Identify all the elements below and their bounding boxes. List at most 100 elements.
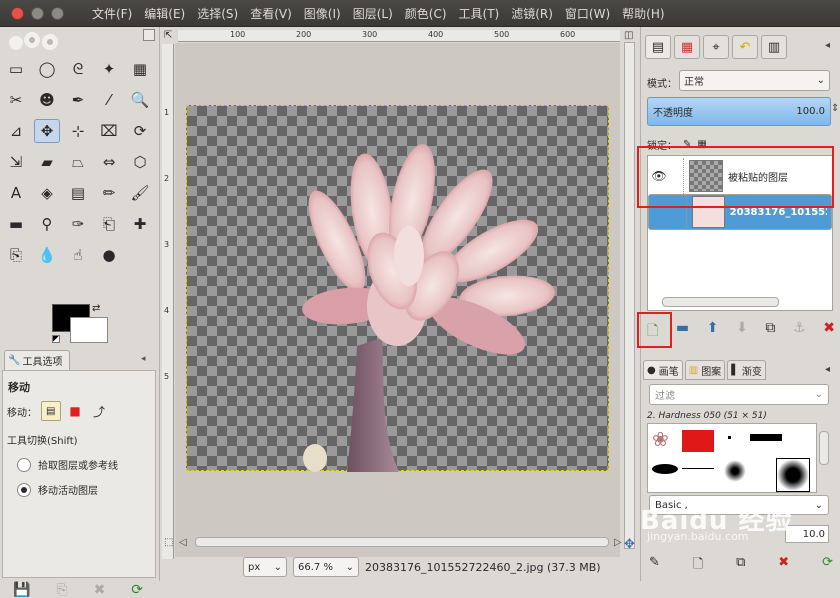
menu-item[interactable]: 编辑(E) bbox=[138, 5, 191, 22]
brush-tiny[interactable] bbox=[728, 436, 731, 439]
free-select-icon[interactable]: ᘓ bbox=[65, 57, 91, 81]
brush-line[interactable] bbox=[682, 468, 714, 469]
radio-pick-layer-circle[interactable] bbox=[17, 457, 31, 472]
fuzzy-select-icon[interactable]: ✦ bbox=[96, 57, 122, 81]
save-options-icon[interactable]: 💾 bbox=[13, 582, 30, 598]
bucket-fill-icon[interactable]: ◈ bbox=[34, 181, 60, 205]
brush-soft-small[interactable] bbox=[724, 460, 746, 482]
minimize-button[interactable] bbox=[31, 6, 44, 20]
quick-mask-corner-icon[interactable]: ⇱ bbox=[164, 30, 172, 41]
brush-pepper[interactable]: ❀ bbox=[652, 427, 669, 451]
menu-item[interactable]: 选择(S) bbox=[191, 5, 244, 22]
paths-icon[interactable]: ✒ bbox=[65, 88, 91, 112]
menu-item[interactable]: 颜色(C) bbox=[399, 5, 453, 22]
move-icon[interactable]: ✥ bbox=[34, 119, 60, 143]
pencil-icon[interactable]: ✏ bbox=[96, 181, 122, 205]
ink-icon[interactable]: ✑ bbox=[65, 212, 91, 236]
perspective-clone-icon[interactable]: ⎘ bbox=[3, 243, 29, 267]
rotate-icon[interactable]: ⟳ bbox=[127, 119, 153, 143]
layers-tab-icon[interactable]: ▤ bbox=[645, 35, 671, 59]
image-layer-boundary[interactable] bbox=[186, 105, 609, 472]
airbrush-icon[interactable]: ⚲ bbox=[34, 212, 60, 236]
flip-icon[interactable]: ⇔ bbox=[96, 150, 122, 174]
maximize-button[interactable] bbox=[51, 6, 64, 20]
horizontal-scrollbar[interactable] bbox=[195, 537, 609, 547]
color-picker-icon[interactable]: ⁄ bbox=[96, 88, 122, 112]
anchor-layer-icon[interactable]: ⚓ bbox=[793, 320, 806, 344]
brush-grid[interactable]: ❀ bbox=[647, 423, 817, 493]
mode-select[interactable]: 正常 ⌄ bbox=[679, 70, 830, 91]
brush-filter-input[interactable]: 过滤 ⌄ bbox=[649, 384, 829, 405]
toolbox-dock-button[interactable] bbox=[143, 29, 155, 41]
tab-tool-options[interactable]: 🔧 工具选项 bbox=[4, 350, 70, 370]
refresh-brushes-icon[interactable]: ⟳ bbox=[822, 555, 833, 577]
move-layer-mode-icon[interactable]: ▤ bbox=[41, 401, 61, 421]
delete-options-icon[interactable]: ✖ bbox=[94, 582, 106, 598]
new-layer-group-icon[interactable]: ▬ bbox=[676, 320, 689, 344]
shear-icon[interactable]: ▰ bbox=[34, 150, 60, 174]
rect-select-icon[interactable]: ▭ bbox=[3, 57, 29, 81]
horizontal-ruler[interactable]: 100 200 300 400 500 600 bbox=[178, 30, 620, 42]
menu-item[interactable]: 工具(T) bbox=[453, 5, 506, 22]
dock-menu-icon[interactable]: ◂ bbox=[141, 354, 146, 364]
measure-icon[interactable]: ⊿ bbox=[3, 119, 29, 143]
vertical-ruler[interactable]: 1 2 3 4 5 bbox=[162, 44, 174, 559]
lower-layer-icon[interactable]: ⬇ bbox=[736, 320, 748, 344]
tab-gradients[interactable]: ▌ 渐变 bbox=[727, 360, 766, 380]
gradient-tab-icon[interactable]: ▥ bbox=[761, 35, 787, 59]
align-icon[interactable]: ⊹ bbox=[65, 119, 91, 143]
tab-patterns[interactable]: ▥ 图案 bbox=[684, 360, 726, 380]
radio-move-active-layer[interactable]: 移动活动图层 bbox=[17, 482, 98, 497]
reset-options-icon[interactable]: ⟳ bbox=[131, 582, 143, 598]
move-path-mode-icon[interactable]: ⤴ bbox=[89, 401, 109, 421]
layer-hscrollbar[interactable] bbox=[662, 297, 779, 307]
menu-item[interactable]: 图像(I) bbox=[298, 5, 347, 22]
brush-block[interactable] bbox=[750, 434, 782, 441]
foreground-select-icon[interactable]: ☻ bbox=[34, 88, 60, 112]
opacity-spin-icon[interactable]: ⇕ bbox=[831, 103, 839, 114]
menu-item[interactable]: 滤镜(R) bbox=[505, 5, 559, 22]
scroll-right-icon[interactable]: ▷ bbox=[614, 537, 622, 548]
color-select-icon[interactable]: ▦ bbox=[127, 57, 153, 81]
new-brush-icon[interactable]: 🗋 bbox=[693, 555, 703, 577]
brush-hardness-050[interactable] bbox=[776, 458, 810, 492]
menu-item[interactable]: 图层(L) bbox=[347, 5, 399, 22]
navigate-icon[interactable]: ✥ bbox=[624, 537, 635, 552]
scissors-icon[interactable]: ✂ bbox=[3, 88, 29, 112]
radio-pick-layer[interactable]: 拾取图层或参考线 bbox=[17, 457, 118, 472]
tab-brushes[interactable]: ● 画笔 bbox=[643, 360, 683, 380]
clone-icon[interactable]: ⎗ bbox=[96, 212, 122, 236]
restore-options-icon[interactable]: ⎘ bbox=[56, 582, 67, 598]
canvas-area[interactable] bbox=[175, 43, 620, 557]
ellipse-select-icon[interactable]: ◯ bbox=[34, 57, 60, 81]
brush-ellipse[interactable] bbox=[652, 464, 678, 474]
move-selection-mode-icon[interactable]: ■ bbox=[65, 401, 85, 421]
eraser-icon[interactable]: ▬ bbox=[3, 212, 29, 236]
paths-tab-icon[interactable]: ⌖ bbox=[703, 35, 729, 59]
navigate-icon-left[interactable]: ⬚ bbox=[164, 537, 173, 548]
undo-tab-icon[interactable]: ↶ bbox=[732, 35, 758, 59]
zoom-fit-icon[interactable]: ◫ bbox=[624, 30, 633, 41]
channels-tab-icon[interactable]: ▦ bbox=[674, 35, 700, 59]
text-icon[interactable]: A bbox=[3, 181, 29, 205]
menu-item[interactable]: 帮助(H) bbox=[616, 5, 670, 22]
swap-colors-icon[interactable]: ⇄ bbox=[92, 303, 100, 314]
edit-brush-icon[interactable]: ✎ bbox=[649, 555, 660, 577]
blur-icon[interactable]: 💧 bbox=[34, 243, 60, 267]
crop-icon[interactable]: ⌧ bbox=[96, 119, 122, 143]
dodge-burn-icon[interactable]: ● bbox=[96, 243, 122, 267]
raise-layer-icon[interactable]: ⬆ bbox=[707, 320, 719, 344]
brush-scrollbar[interactable] bbox=[819, 431, 829, 465]
duplicate-layer-icon[interactable]: ⧉ bbox=[765, 320, 775, 344]
dock-menu-icon[interactable]: ◂ bbox=[825, 40, 830, 51]
zoom-icon[interactable]: 🔍 bbox=[127, 88, 153, 112]
zoom-select[interactable]: 66.7 % ⌄ bbox=[293, 557, 359, 577]
unit-select[interactable]: px ⌄ bbox=[243, 557, 287, 577]
perspective-icon[interactable]: ⏢ bbox=[65, 150, 91, 174]
brush-red-square[interactable] bbox=[682, 430, 714, 452]
smudge-icon[interactable]: ☝ bbox=[65, 243, 91, 267]
duplicate-brush-icon[interactable]: ⧉ bbox=[736, 555, 745, 577]
vertical-scrollbar[interactable] bbox=[624, 42, 635, 549]
menu-item[interactable]: 查看(V) bbox=[244, 5, 298, 22]
menu-item[interactable]: 文件(F) bbox=[86, 5, 138, 22]
